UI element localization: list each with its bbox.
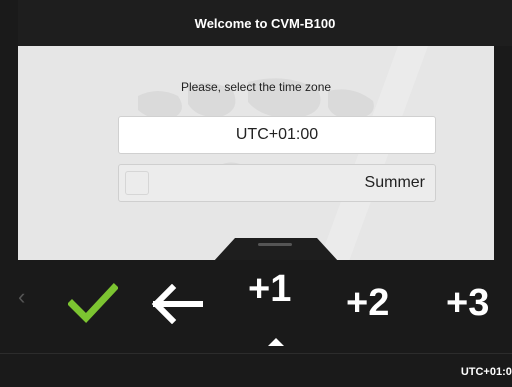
summer-toggle-row[interactable]: Summer — [118, 164, 436, 202]
offset-option-plus-3[interactable]: +3 — [446, 284, 489, 322]
chevron-left-icon[interactable]: ‹ — [18, 284, 25, 310]
title-bar: Welcome to CVM-B100 — [18, 0, 512, 46]
drag-handle-icon[interactable] — [258, 243, 292, 246]
picker-tab[interactable] — [213, 238, 339, 262]
world-map-background — [138, 46, 428, 264]
status-timezone: UTC+01:00 — [460, 366, 512, 378]
checkmark-icon[interactable] — [68, 282, 118, 326]
arrow-left-icon[interactable] — [148, 284, 204, 324]
offset-option-plus-2[interactable]: +2 — [346, 284, 389, 322]
summer-label: Summer — [364, 174, 425, 191]
divider — [0, 353, 512, 354]
timezone-field[interactable]: UTC+01:00 — [118, 116, 436, 154]
caret-up-icon — [268, 338, 284, 346]
summer-checkbox[interactable] — [125, 171, 149, 195]
page-title: Welcome to CVM-B100 — [194, 15, 336, 31]
device-screen: Welcome to CVM-B100 Please, select the t… — [0, 0, 512, 387]
timezone-value: UTC+01:00 — [235, 126, 319, 143]
timezone-prompt: Please, select the time zone — [180, 80, 332, 94]
offset-option-plus-1[interactable]: +1 — [248, 270, 291, 308]
timezone-panel — [18, 46, 494, 264]
